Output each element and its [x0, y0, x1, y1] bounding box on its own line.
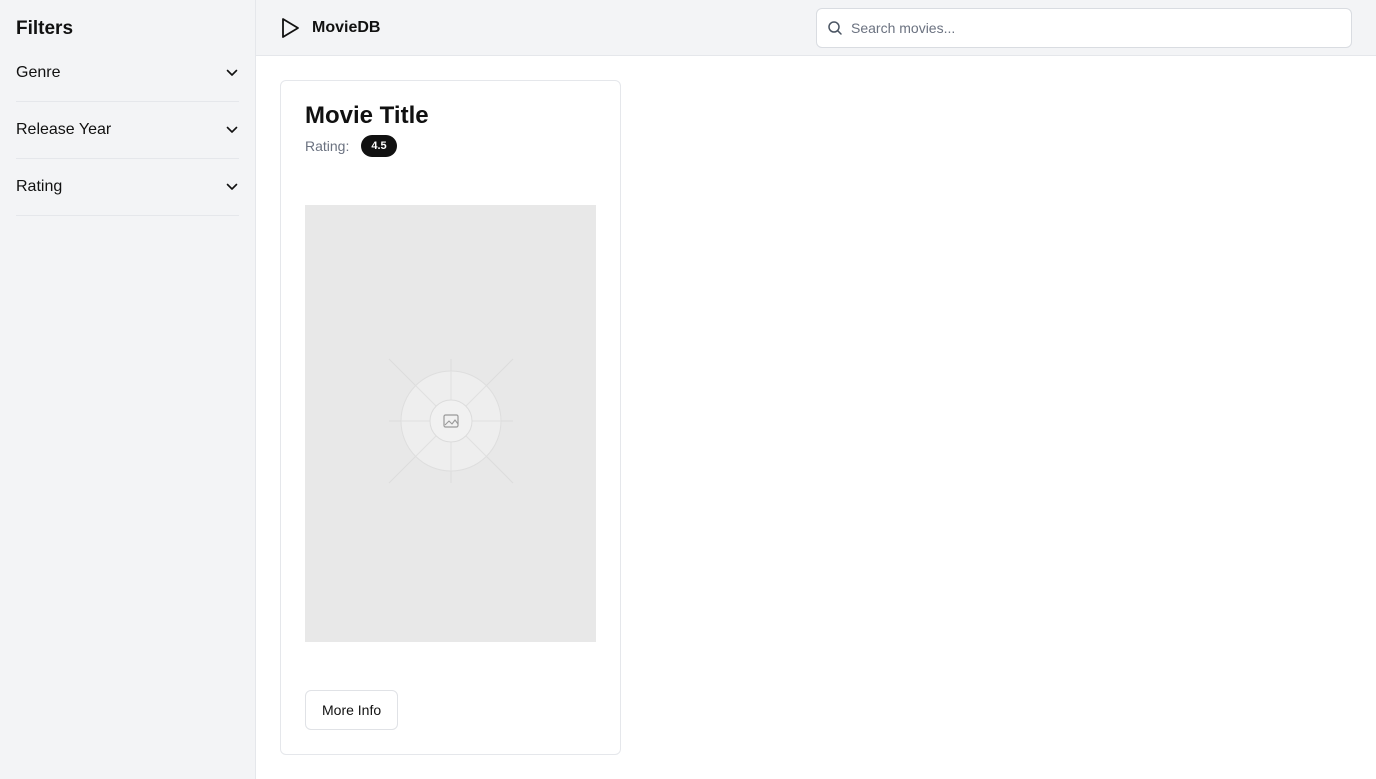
filter-rating-label: Rating [16, 178, 63, 195]
brand[interactable]: MovieDB [280, 17, 380, 39]
search-icon [827, 20, 843, 36]
filter-list: Genre Release Year Rating [16, 45, 239, 216]
top-bar: MovieDB [256, 0, 1376, 56]
filter-release-year[interactable]: Release Year [16, 102, 239, 159]
movie-card: Movie Title Rating: 4.5 More Info [280, 80, 621, 755]
main-area: MovieDB Movie Title Rating: 4.5 [256, 0, 1376, 779]
chevron-down-icon [225, 66, 239, 80]
search-input[interactable] [851, 19, 1341, 36]
sidebar-title: Filters [16, 18, 74, 39]
app-root: Filters Genre Release Year Rating MovieD… [0, 0, 1376, 779]
chevron-down-icon [225, 180, 239, 194]
more-info-button[interactable]: More Info [305, 690, 399, 730]
brand-name: MovieDB [312, 18, 381, 36]
rating-label: Rating: [305, 138, 350, 154]
play-icon [280, 17, 302, 39]
filters-sidebar: Filters Genre Release Year Rating [0, 0, 256, 779]
filter-genre-label: Genre [16, 64, 61, 81]
filter-rating[interactable]: Rating [16, 159, 239, 216]
movie-title: Movie Title [305, 102, 429, 129]
chevron-down-icon [225, 123, 239, 137]
movie-poster-placeholder [305, 205, 596, 642]
filter-release-year-label: Release Year [16, 121, 112, 138]
content-area: Movie Title Rating: 4.5 More Info [256, 56, 1376, 779]
rating-row: Rating: 4.5 [305, 135, 596, 157]
search-box[interactable] [816, 7, 1352, 48]
rating-badge: 4.5 [361, 135, 397, 157]
filter-genre[interactable]: Genre [16, 45, 239, 102]
image-placeholder-icon [381, 351, 521, 496]
